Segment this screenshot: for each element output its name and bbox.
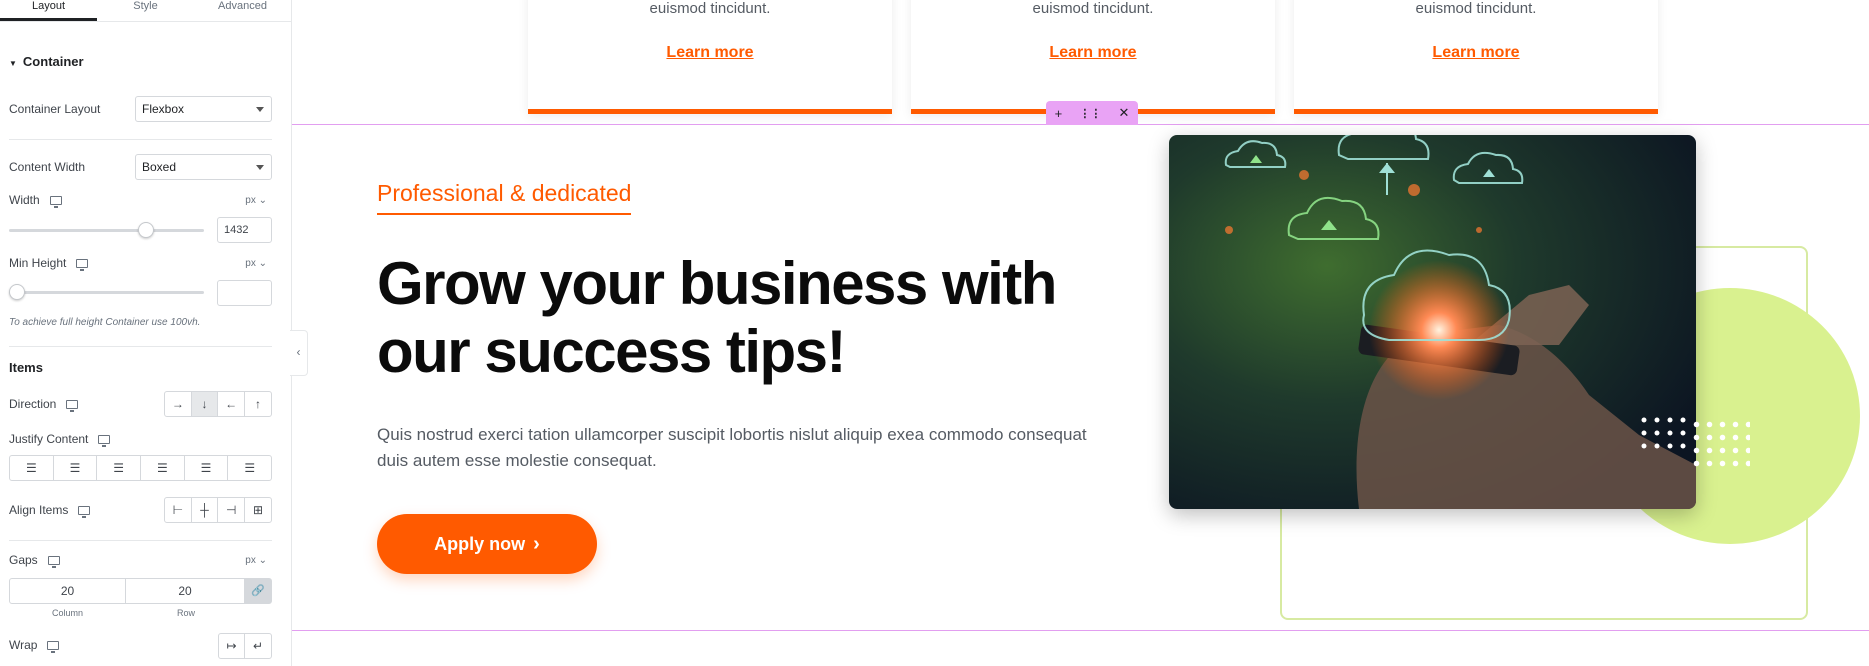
- width-label: Width: [9, 193, 62, 208]
- direction-column-button[interactable]: ↓: [191, 392, 219, 416]
- hero-body-text: Quis nostrud exerci tation ullamcorper s…: [377, 425, 1087, 470]
- justify-content-buttons: ☰ ☰ ☰ ☰ ☰ ☰: [9, 455, 272, 481]
- caret-down-icon: ▼: [9, 59, 17, 68]
- gaps-unit-select[interactable]: px ⌄: [245, 555, 267, 566]
- align-center-button[interactable]: ┼: [192, 498, 219, 522]
- gap-column-input[interactable]: 20: [9, 578, 126, 604]
- feature-card: euismod tincidunt. Learn more: [1294, 0, 1658, 114]
- feature-card: euismod tincidunt. Learn more: [911, 0, 1275, 114]
- container-layout-select[interactable]: Flexbox: [135, 96, 272, 122]
- container-section-toggle[interactable]: ▼ Container: [9, 54, 84, 69]
- dot-grid-decoration: [1690, 418, 1750, 468]
- min-height-slider[interactable]: [9, 284, 204, 300]
- wrap-label: Wrap: [9, 638, 60, 653]
- justify-space-between-button[interactable]: ☰: [141, 456, 185, 480]
- align-end-button[interactable]: ⊣: [218, 498, 246, 522]
- min-height-input[interactable]: [217, 280, 272, 306]
- direction-buttons: → ↓ ← ↑: [164, 391, 272, 417]
- divider: [9, 346, 272, 347]
- content-width-select[interactable]: Boxed: [135, 154, 272, 180]
- desktop-icon[interactable]: [78, 505, 91, 518]
- desktop-icon[interactable]: [49, 195, 62, 208]
- tab-layout[interactable]: Layout: [0, 0, 97, 21]
- justify-space-evenly-button[interactable]: ☰: [228, 456, 271, 480]
- width-slider[interactable]: [9, 222, 204, 238]
- direction-row-button[interactable]: →: [165, 392, 192, 416]
- gap-column-caption: Column: [52, 608, 84, 618]
- min-height-unit-select[interactable]: px ⌄: [245, 258, 267, 269]
- add-section-button[interactable]: +: [1055, 106, 1063, 121]
- align-items-buttons: ⊢ ┼ ⊣ ⊞: [164, 497, 272, 523]
- hero-image: [1169, 135, 1696, 509]
- section-handle: + ⋮⋮ ✕: [1046, 101, 1138, 125]
- card-text: euismod tincidunt.: [1415, 0, 1537, 17]
- drag-handle-icon[interactable]: ⋮⋮: [1079, 107, 1101, 120]
- direction-column-reverse-button[interactable]: ↑: [245, 392, 271, 416]
- justify-content-label: Justify Content: [9, 432, 111, 447]
- desktop-icon[interactable]: [47, 640, 60, 653]
- min-height-slider-handle[interactable]: [9, 284, 25, 300]
- container-section-title: Container: [22, 54, 84, 69]
- hero-image-illustration: [1169, 135, 1696, 509]
- card-text: euismod tincidunt.: [1032, 0, 1154, 17]
- align-start-button[interactable]: ⊢: [165, 498, 192, 522]
- min-height-hint: To achieve full height Container use 100…: [9, 317, 201, 328]
- content-width-label: Content Width: [9, 160, 86, 174]
- desktop-icon[interactable]: [47, 555, 60, 568]
- dropdown-caret-icon: [256, 107, 264, 112]
- feature-card: euismod tincidunt. Learn more: [528, 0, 892, 114]
- link-values-icon[interactable]: 🔗: [244, 578, 272, 604]
- gap-row-input[interactable]: 20: [125, 578, 245, 604]
- desktop-icon[interactable]: [76, 258, 89, 271]
- width-input[interactable]: 1432: [217, 217, 272, 243]
- gap-row-caption: Row: [177, 608, 196, 618]
- tab-style[interactable]: Style: [97, 0, 194, 21]
- divider: [9, 540, 272, 541]
- desktop-icon[interactable]: [98, 434, 111, 447]
- align-stretch-button[interactable]: ⊞: [245, 498, 271, 522]
- direction-label: Direction: [9, 397, 79, 412]
- justify-space-around-button[interactable]: ☰: [185, 456, 229, 480]
- delete-section-button[interactable]: ✕: [1118, 105, 1129, 121]
- learn-more-link[interactable]: Learn more: [528, 44, 892, 62]
- apply-now-label: Apply now: [434, 533, 526, 554]
- hero-headline: Grow your business with our success tips…: [377, 250, 1057, 385]
- editor-panel: Layout Style Advanced ▼ Container Contain…: [0, 0, 292, 666]
- wrap-button[interactable]: ↵: [245, 634, 271, 658]
- justify-start-button[interactable]: ☰: [10, 456, 54, 480]
- card-text: euismod tincidunt.: [649, 0, 771, 17]
- container-layout-label: Container Layout: [9, 102, 101, 116]
- apply-now-button[interactable]: Apply now ›: [377, 514, 597, 574]
- learn-more-link[interactable]: Learn more: [1294, 44, 1658, 62]
- direction-row-reverse-button[interactable]: ←: [218, 392, 246, 416]
- justify-center-button[interactable]: ☰: [54, 456, 98, 480]
- items-section-title: Items: [9, 360, 43, 375]
- width-unit-select[interactable]: px ⌄: [245, 195, 267, 206]
- justify-end-button[interactable]: ☰: [97, 456, 142, 480]
- dropdown-caret-icon: [256, 165, 264, 170]
- wrap-buttons: ↦ ↵: [218, 633, 272, 659]
- panel-tabs: Layout Style Advanced: [0, 0, 291, 22]
- chevron-right-icon: ›: [533, 532, 540, 555]
- align-items-label: Align Items: [9, 503, 91, 518]
- desktop-icon[interactable]: [66, 399, 79, 412]
- tab-advanced[interactable]: Advanced: [194, 0, 291, 21]
- width-slider-handle[interactable]: [137, 222, 154, 238]
- learn-more-link[interactable]: Learn more: [911, 44, 1275, 62]
- hero-eyebrow: Professional & dedicated: [377, 180, 632, 215]
- no-wrap-button[interactable]: ↦: [219, 634, 245, 658]
- gaps-label: Gaps: [9, 553, 60, 568]
- min-height-label: Min Height: [9, 256, 89, 271]
- divider: [9, 139, 272, 140]
